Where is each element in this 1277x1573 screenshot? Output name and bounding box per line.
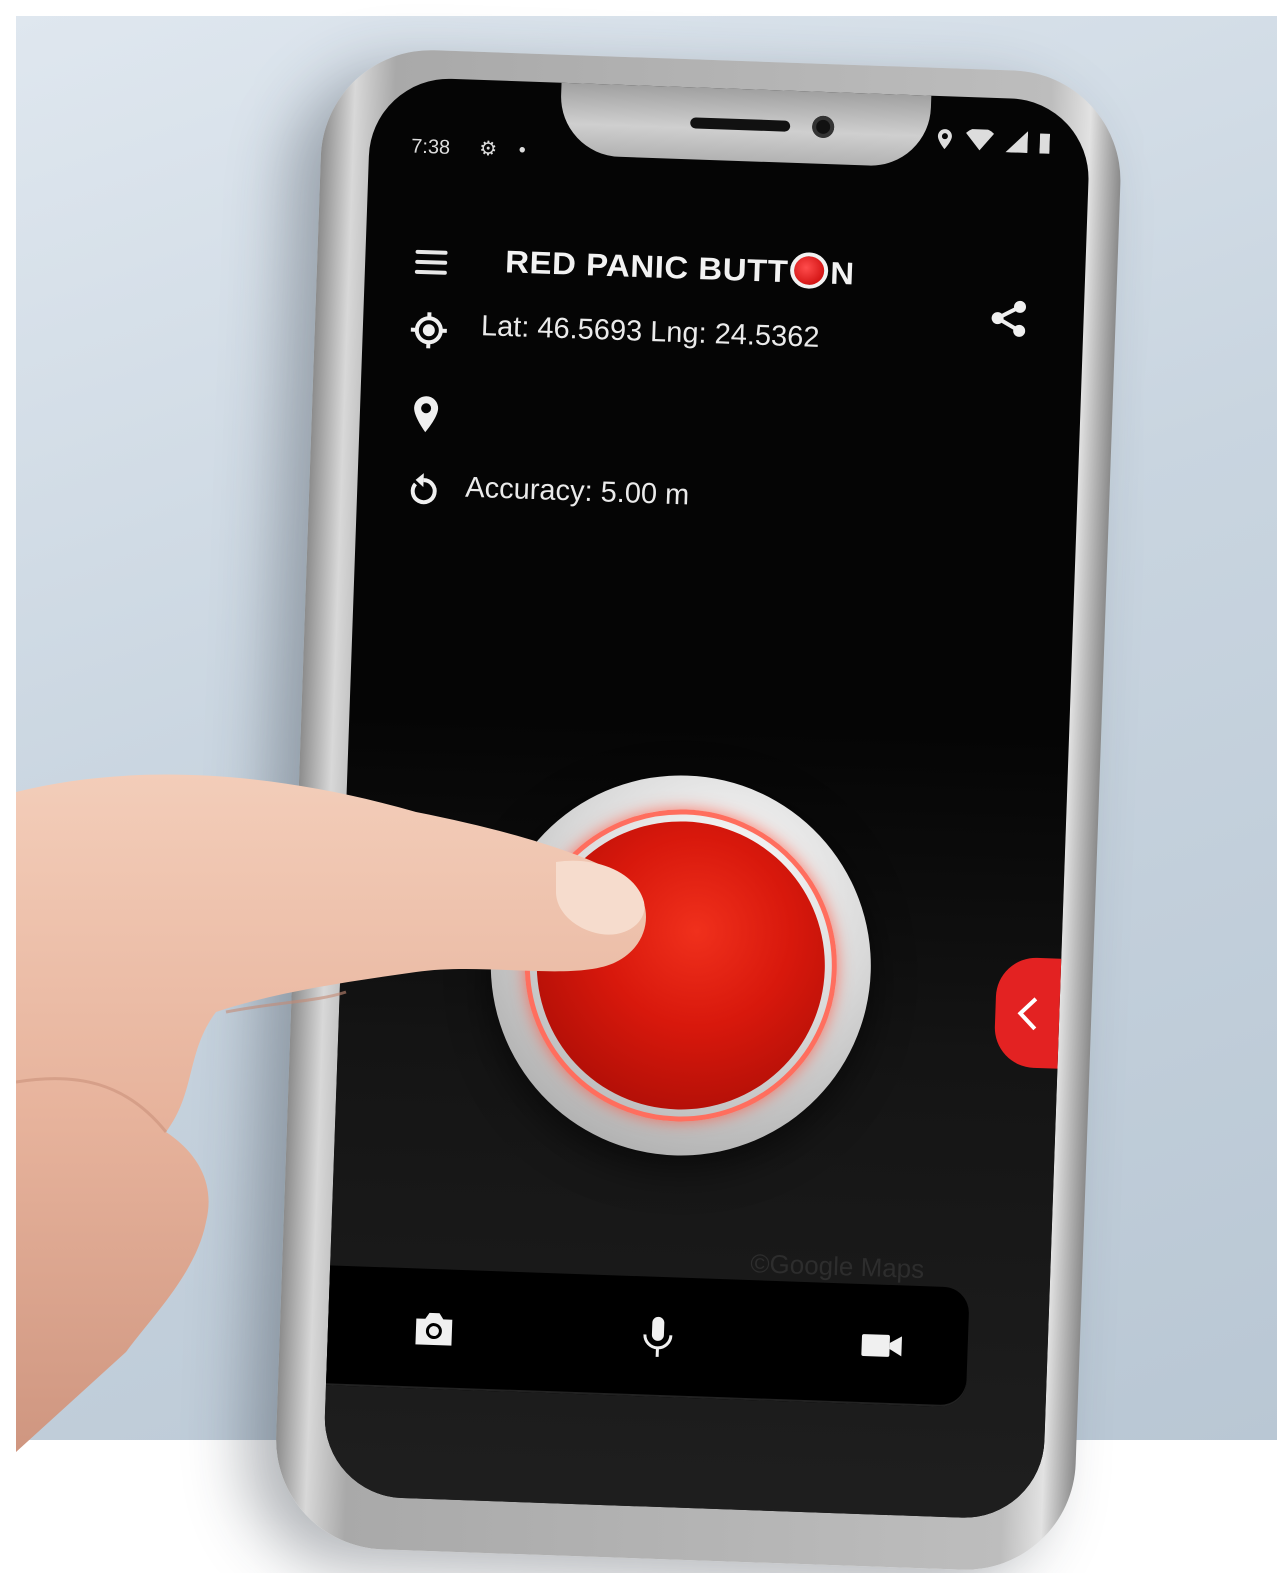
camera-icon[interactable] [409,1304,459,1354]
app-title: RED PANIC BUTT N [505,242,856,292]
front-camera [812,116,835,139]
menu-icon[interactable] [415,250,448,275]
earpiece-speaker [690,117,790,131]
location-pin-icon[interactable] [405,394,446,435]
battery-status-icon [1039,131,1050,153]
video-camera-icon[interactable] [857,1320,907,1370]
chevron-left-icon [1015,995,1040,1032]
media-toolbar [322,1264,970,1408]
phone-screen: 7:38 ⚙ • RED PANIC BUTT N Lat: 46.5693 Ln… [322,76,1091,1520]
status-system-icons [935,128,1050,154]
microphone-icon[interactable] [633,1312,683,1362]
map-credit: ©Google Maps [750,1248,925,1285]
app-title-text-end: N [830,255,856,291]
signal-status-icon [1005,130,1028,153]
status-notification-icons: ⚙ • [479,136,526,163]
refresh-icon[interactable] [403,469,444,510]
coordinates-text: Lat: 46.5693 Lng: 24.5362 [480,310,820,355]
wifi-status-icon [965,129,994,152]
gps-target-icon[interactable] [408,310,449,351]
settings-status-icon: ⚙ [479,138,498,161]
location-status-icon [935,128,954,151]
app-title-text-start: RED PANIC BUTT [505,244,789,289]
title-button-logo [790,252,829,289]
status-time: 7:38 [411,136,451,160]
dot-status-icon: • [518,139,526,161]
accuracy-text: Accuracy: 5.00 m [465,472,690,513]
share-icon[interactable] [989,298,1030,339]
